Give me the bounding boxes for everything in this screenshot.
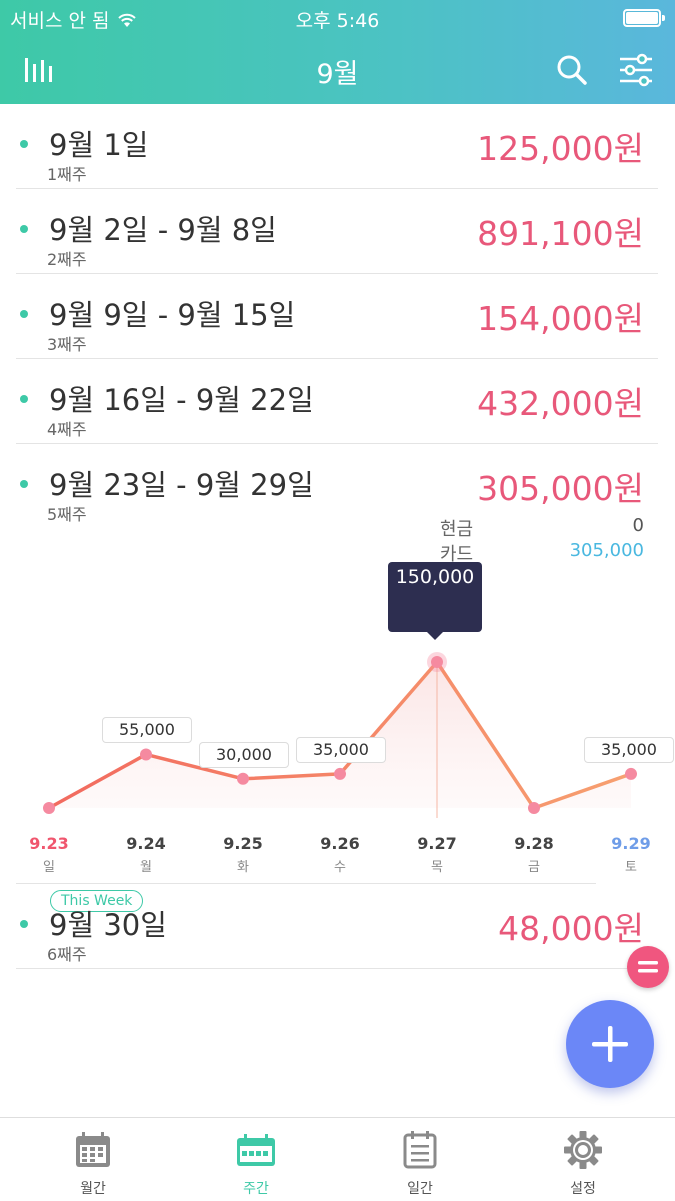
status-bar: 서비스 안 됨 오후 5:46 (0, 0, 675, 34)
calendar-month-icon (76, 1132, 110, 1167)
tab-settings[interactable]: 설정 (499, 1118, 667, 1201)
filter-sliders-icon[interactable] (616, 50, 656, 90)
x-day-label: 수 (334, 860, 346, 875)
bullet-dot (20, 920, 28, 928)
divider (16, 968, 658, 969)
value-label: 35,000 (584, 736, 674, 763)
tab-label: 월간 (80, 1181, 106, 1197)
bullet-dot (20, 310, 28, 318)
week-range: 9월 2일 - 9월 8일 (49, 213, 277, 247)
x-tick-label: 9.23 (29, 834, 69, 853)
data-point[interactable] (334, 767, 346, 780)
gear-icon (564, 1131, 602, 1169)
x-day-label: 화 (237, 860, 249, 875)
week-range: 9월 16일 - 9월 22일 (49, 383, 314, 417)
x-day-label: 월 (140, 860, 152, 875)
tab-weekly[interactable]: 주간 (172, 1118, 340, 1201)
data-point[interactable] (625, 767, 637, 780)
app-header: 서비스 안 됨 오후 5:46 9월 (0, 0, 675, 104)
x-day-label: 금 (528, 860, 540, 875)
week-range: 9월 23일 - 9월 29일 (49, 468, 314, 502)
cash-value: 0 (632, 515, 644, 536)
value-label: 35,000 (296, 736, 386, 763)
tooltip-value: 150,000 (395, 566, 475, 588)
equals-button[interactable] (627, 946, 669, 988)
week-number: 3째주 (47, 335, 87, 354)
week-number: 4째주 (47, 420, 87, 439)
x-day-label: 목 (431, 860, 443, 875)
week-number: 2째주 (47, 250, 87, 269)
calendar-week-icon (237, 1134, 275, 1166)
data-point[interactable] (43, 802, 55, 814)
daily-spend-chart: 150,000 55,000 30,000 35,000 35,000 9.23 일 9.2… (0, 560, 675, 880)
tab-bar: 월간 주간 일간 설정 (0, 1117, 675, 1201)
value-label: 55,000 (102, 717, 192, 744)
week-range: 9월 30일 (49, 908, 167, 942)
data-point[interactable] (140, 748, 152, 761)
x-tick-label: 9.29 (611, 834, 651, 853)
bullet-dot (20, 480, 28, 488)
week-row-1[interactable]: 9월 1일 1째주 125,000원 (0, 104, 675, 189)
week-number: 6째주 (47, 945, 87, 964)
x-tick-label: 9.24 (126, 834, 166, 853)
tab-label: 일간 (407, 1181, 433, 1197)
add-button[interactable] (566, 1000, 654, 1088)
week-amount: 154,000원 (477, 299, 644, 338)
x-day-label: 토 (625, 860, 637, 875)
bullet-dot (20, 395, 28, 403)
x-tick-label: 9.28 (514, 834, 554, 853)
bullet-dot (20, 140, 28, 148)
data-point[interactable] (528, 802, 540, 814)
week-row-2[interactable]: 9월 2일 - 9월 8일 2째주 891,100원 (0, 189, 675, 274)
card-value: 305,000 (569, 540, 644, 561)
week-amount: 48,000원 (498, 909, 644, 948)
tab-monthly[interactable]: 월간 (9, 1118, 177, 1201)
x-day-label: 일 (43, 860, 55, 875)
cash-label: 현금 (440, 519, 474, 540)
data-point[interactable] (431, 656, 443, 668)
equals-icon (638, 961, 658, 973)
payment-breakdown: 현금 0 카드 305,000 (440, 515, 644, 565)
week-amount: 432,000원 (477, 384, 644, 423)
highlight-tooltip: 150,000 (388, 562, 482, 640)
week-number: 5째주 (47, 505, 87, 524)
bullet-dot (20, 225, 28, 233)
calendar-day-icon (403, 1131, 437, 1169)
status-time: 오후 5:46 (295, 10, 380, 32)
x-tick-label: 9.27 (417, 834, 457, 853)
battery-icon (623, 9, 665, 27)
week-row-3[interactable]: 9월 9일 - 9월 15일 3째주 154,000원 (0, 274, 675, 359)
plus-icon (592, 1026, 628, 1062)
search-icon[interactable] (552, 50, 592, 90)
value-label: 30,000 (199, 741, 289, 768)
week-range: 9월 9일 - 9월 15일 (49, 298, 296, 332)
week-range: 9월 1일 (49, 128, 149, 162)
week-number: 1째주 (47, 165, 87, 184)
x-tick-label: 9.25 (223, 834, 263, 853)
week-amount: 305,000원 (477, 469, 644, 508)
tab-label: 주간 (243, 1181, 269, 1197)
tab-label: 설정 (570, 1181, 596, 1197)
week-row-4[interactable]: 9월 16일 - 9월 22일 4째주 432,000원 (0, 359, 675, 444)
week-amount: 125,000원 (477, 129, 644, 168)
x-tick-label: 9.26 (320, 834, 360, 853)
week-amount: 891,100원 (477, 214, 644, 253)
tab-daily[interactable]: 일간 (336, 1118, 504, 1201)
data-point[interactable] (237, 772, 249, 785)
week-row-6[interactable]: 9월 30일 6째주 48,000원 (0, 884, 675, 969)
